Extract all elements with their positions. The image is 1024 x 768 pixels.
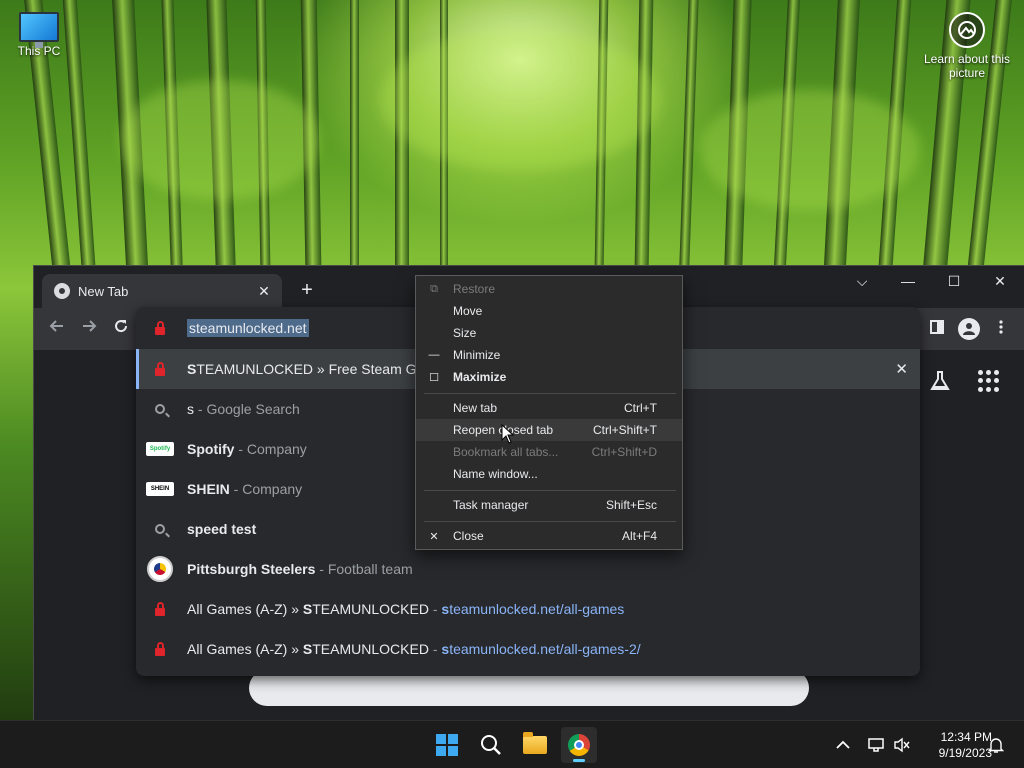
menu-item-new-tab[interactable]: New tab Ctrl+T (416, 397, 682, 419)
close-icon: ✕ (429, 530, 439, 543)
bell-icon (988, 738, 1004, 753)
menu-item-close[interactable]: ✕ Close Alt+F4 (416, 525, 682, 547)
search-icon (155, 524, 165, 534)
menu-separator (424, 393, 676, 394)
suggestion-text: All Games (A-Z) » STEAMUNLOCKED - steamu… (187, 641, 641, 657)
menu-item-size[interactable]: Size (416, 322, 682, 344)
google-apps-grid-icon[interactable] (978, 370, 1000, 392)
reload-icon (115, 320, 128, 333)
windows-logo-icon (436, 734, 458, 756)
minimize-icon: — (428, 349, 440, 361)
suggestion-text: s - Google Search (187, 401, 300, 417)
forward-arrow-icon (83, 320, 97, 332)
menu-separator (424, 521, 676, 522)
side-panel-button[interactable] (926, 318, 948, 340)
taskbar-clock[interactable]: 12:34 PM 9/19/2023 (918, 729, 992, 761)
shein-logo-icon: SHEIN (146, 482, 174, 496)
menu-item-move[interactable]: Move (416, 300, 682, 322)
suggestion-text: All Games (A-Z) » STEAMUNLOCKED - steamu… (187, 601, 625, 617)
back-button[interactable] (46, 318, 68, 340)
remove-suggestion-button[interactable]: ✕ (895, 360, 908, 378)
chrome-icon (568, 734, 590, 756)
search-icon (481, 735, 501, 755)
chrome-taskbar-button[interactable] (561, 727, 597, 763)
menu-item-task-manager[interactable]: Task manager Shift+Esc (416, 494, 682, 516)
mouse-cursor-icon (501, 424, 515, 444)
lock-icon (154, 602, 166, 616)
lock-icon (154, 362, 166, 376)
notifications-button[interactable] (988, 721, 1004, 768)
clock-date: 9/19/2023 (938, 746, 992, 760)
suggestion-text: SHEIN - Company (187, 481, 303, 497)
menu-item-restore[interactable]: ⧉ Restore (416, 278, 682, 300)
folder-icon (523, 732, 547, 754)
more-vert-icon (999, 320, 1003, 334)
menu-item-name-window[interactable]: Name window... (416, 463, 682, 485)
maximize-button[interactable]: ☐ (931, 266, 977, 296)
computer-icon (19, 12, 59, 48)
maximize-icon: ☐ (429, 371, 439, 384)
close-window-button[interactable]: ✕ (977, 266, 1023, 296)
profile-avatar-button[interactable] (958, 318, 980, 340)
menu-item-bookmark-all-tabs[interactable]: Bookmark all tabs... Ctrl+Shift+D (416, 441, 682, 463)
taskbar-search-button[interactable] (473, 727, 509, 763)
suggestion-text: speed test (187, 521, 257, 537)
suggestion-text: Spotify - Company (187, 441, 307, 457)
address-bar-input[interactable]: steamunlocked.net (187, 319, 309, 337)
menu-item-minimize[interactable]: — Minimize (416, 344, 682, 366)
person-icon (963, 323, 975, 335)
network-status-button[interactable] (866, 721, 886, 768)
spotify-logo-icon: Spotify (146, 442, 174, 456)
restore-icon: ⧉ (430, 282, 438, 295)
volume-muted-icon (894, 737, 910, 753)
suggestion-all-games[interactable]: All Games (A-Z) » STEAMUNLOCKED - steamu… (136, 589, 920, 629)
side-panel-icon (930, 320, 944, 334)
minimize-button[interactable]: — (885, 266, 931, 296)
reload-button[interactable] (110, 318, 132, 340)
tab-close-button[interactable]: ✕ (256, 283, 272, 300)
chrome-favicon-icon (54, 283, 70, 299)
suggestion-pittsburgh-steelers[interactable]: Pittsburgh Steelers - Football team (136, 549, 920, 589)
network-icon (868, 738, 884, 752)
chrome-menu-button[interactable] (990, 318, 1012, 340)
window-context-menu: ⧉ Restore Move Size — Minimize ☐ Maximiz… (415, 275, 683, 550)
tab-search-button[interactable]: ⌵ (839, 266, 885, 296)
file-explorer-button[interactable] (517, 727, 553, 763)
lock-icon (154, 642, 166, 656)
learn-about-picture-icon[interactable]: Learn about this picture (922, 10, 1012, 80)
tab-title: New Tab (78, 283, 129, 299)
show-hidden-icons-button[interactable] (836, 721, 850, 768)
clock-time: 12:34 PM (940, 730, 992, 744)
search-icon (155, 404, 165, 414)
menu-item-maximize[interactable]: ☐ Maximize (416, 366, 682, 388)
new-tab-button[interactable]: + (296, 280, 318, 302)
start-button[interactable] (429, 727, 465, 763)
steelers-logo-icon (147, 556, 173, 582)
learn-about-picture-label: Learn about this picture (923, 52, 1011, 80)
this-pc-desktop-icon[interactable]: This PC (10, 10, 68, 58)
camera-icon (949, 12, 985, 48)
suggestion-text: Pittsburgh Steelers - Football team (187, 561, 413, 577)
chevron-up-icon (836, 740, 850, 749)
taskbar: 12:34 PM 9/19/2023 (0, 720, 1024, 768)
suggestion-text: STEAMUNLOCKED » Free Steam Gam (187, 361, 436, 377)
lock-icon (154, 321, 166, 335)
menu-item-reopen-closed-tab[interactable]: Reopen closed tab Ctrl+Shift+T (416, 419, 682, 441)
forward-button[interactable] (78, 318, 100, 340)
back-arrow-icon (49, 320, 63, 332)
menu-separator (424, 490, 676, 491)
suggestion-all-games-2[interactable]: All Games (A-Z) » STEAMUNLOCKED - steamu… (136, 629, 920, 669)
volume-button[interactable] (893, 721, 911, 768)
tab-new-tab[interactable]: New Tab ✕ (42, 274, 282, 308)
chrome-labs-flask-icon[interactable] (929, 370, 951, 398)
